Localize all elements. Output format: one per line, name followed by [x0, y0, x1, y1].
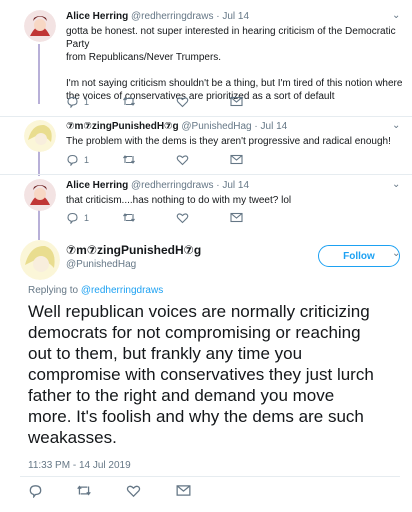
- chevron-down-icon[interactable]: ⌄: [392, 120, 400, 131]
- reply-count: 1: [84, 213, 90, 223]
- tweet-text-line: I'm not saying criticism shouldn't be a …: [66, 78, 403, 89]
- like-icon: [176, 155, 189, 166]
- dm-button[interactable]: [230, 96, 243, 107]
- main-timestamp[interactable]: 11:33 PM - 14 Jul 2019: [28, 460, 131, 471]
- tweet-header: Alice Herring @redherringdraws · Jul 14: [66, 11, 249, 22]
- replying-to: Replying to @redherringdraws: [28, 285, 163, 296]
- separator-dot: ·: [254, 121, 258, 132]
- avatar[interactable]: [20, 240, 60, 280]
- tweet-text: The problem with the dems is they aren't…: [66, 135, 391, 148]
- dm-button[interactable]: [176, 484, 191, 497]
- tweet-text: gotta be honest. not super interested in…: [66, 25, 412, 103]
- chevron-down-icon[interactable]: ⌄: [392, 248, 400, 259]
- main-tweet-actions: [28, 484, 278, 498]
- dm-icon: [230, 212, 243, 223]
- reply-button[interactable]: 1: [66, 212, 89, 224]
- retweet-icon: [123, 97, 135, 106]
- main-text-line: out to them, but frankly any time you: [28, 344, 303, 363]
- like-button[interactable]: [176, 96, 189, 108]
- tweet-actions: 1: [66, 96, 316, 110]
- reply-icon: [67, 212, 78, 224]
- replying-to-link[interactable]: @redherringdraws: [81, 285, 163, 296]
- like-icon: [176, 213, 189, 224]
- separator-dot: ·: [216, 180, 220, 191]
- reply-icon: [67, 96, 78, 108]
- tweet-actions: 1: [66, 154, 316, 168]
- tweet-text-line: that criticism....has nothing to do with…: [66, 195, 292, 206]
- retweet-icon: [77, 485, 91, 496]
- tweet-time[interactable]: Jul 14: [222, 11, 249, 22]
- replying-prefix: Replying to: [28, 285, 81, 296]
- reply-button[interactable]: [28, 484, 43, 498]
- retweet-button[interactable]: [122, 96, 136, 107]
- like-icon: [176, 97, 189, 108]
- dm-button[interactable]: [230, 154, 243, 165]
- main-text-line: weakasses.: [28, 428, 117, 447]
- tweet-time[interactable]: Jul 14: [261, 121, 288, 132]
- retweet-icon: [123, 213, 135, 222]
- main-text-line: democrats for not compromising or reachi…: [28, 323, 361, 342]
- avatar[interactable]: [24, 10, 56, 42]
- thread-line: [38, 44, 40, 104]
- main-text-line: Well republican voices are normally crit…: [28, 302, 370, 321]
- dm-button[interactable]: [230, 212, 243, 223]
- tweet-actions: 1: [66, 212, 316, 226]
- like-button[interactable]: [176, 212, 189, 224]
- dm-icon: [176, 485, 191, 496]
- retweet-button[interactable]: [76, 484, 92, 497]
- tweet-header: Alice Herring @redherringdraws · Jul 14: [66, 180, 249, 191]
- user-name[interactable]: Alice Herring: [66, 11, 128, 22]
- divider: [20, 476, 400, 477]
- thread-line: [38, 210, 40, 240]
- reply-button[interactable]: 1: [66, 96, 89, 108]
- user-handle[interactable]: @redherringdraws: [131, 180, 213, 191]
- retweet-button[interactable]: [122, 212, 136, 223]
- main-tweet-text: Well republican voices are normally crit…: [28, 301, 374, 448]
- main-user-handle[interactable]: @PunishedHag: [66, 259, 136, 270]
- main-text-line: more. It's foolish and why the dems are …: [28, 407, 364, 426]
- chevron-down-icon[interactable]: ⌄: [392, 179, 400, 190]
- thread-line: [38, 148, 40, 176]
- user-handle[interactable]: @PunishedHag: [181, 121, 251, 132]
- tweet-text: that criticism....has nothing to do with…: [66, 194, 291, 207]
- tweet-text-line: from Republicans/Never Trumpers.: [66, 52, 222, 63]
- tweet-time[interactable]: Jul 14: [222, 180, 249, 191]
- reply-button[interactable]: 1: [66, 154, 89, 166]
- tweet-header: ⑦m⑦zingPunishedH⑦g @PunishedHag · Jul 14: [66, 121, 287, 132]
- user-handle[interactable]: @redherringdraws: [131, 11, 213, 22]
- tweet-text-line: gotta be honest. not super interested in…: [66, 26, 396, 50]
- dm-icon: [230, 96, 243, 107]
- avatar[interactable]: [24, 179, 56, 211]
- separator-dot: ·: [216, 11, 220, 22]
- like-button[interactable]: [176, 154, 189, 166]
- tweet-text-line: The problem with the dems is they aren't…: [66, 136, 391, 147]
- divider: [0, 174, 412, 175]
- user-name[interactable]: ⑦m⑦zingPunishedH⑦g: [66, 121, 179, 132]
- main-user-name[interactable]: ⑦m⑦zingPunishedH⑦g: [66, 243, 201, 257]
- retweet-icon: [123, 155, 135, 164]
- reply-icon: [29, 485, 42, 498]
- reply-count: 1: [84, 155, 90, 165]
- divider: [0, 116, 412, 117]
- follow-button[interactable]: Follow: [318, 245, 400, 267]
- like-button[interactable]: [126, 484, 141, 498]
- avatar[interactable]: [24, 120, 56, 152]
- tweet-text-spacer: [66, 64, 412, 77]
- reply-icon: [67, 154, 78, 166]
- dm-icon: [230, 154, 243, 165]
- user-name[interactable]: Alice Herring: [66, 180, 128, 191]
- retweet-button[interactable]: [122, 154, 136, 165]
- reply-count: 1: [84, 97, 90, 107]
- main-text-line: compromise with conservatives they just …: [28, 365, 374, 384]
- chevron-down-icon[interactable]: ⌄: [392, 10, 400, 21]
- like-icon: [126, 485, 141, 498]
- main-text-line: father to the right and demand you move: [28, 386, 335, 405]
